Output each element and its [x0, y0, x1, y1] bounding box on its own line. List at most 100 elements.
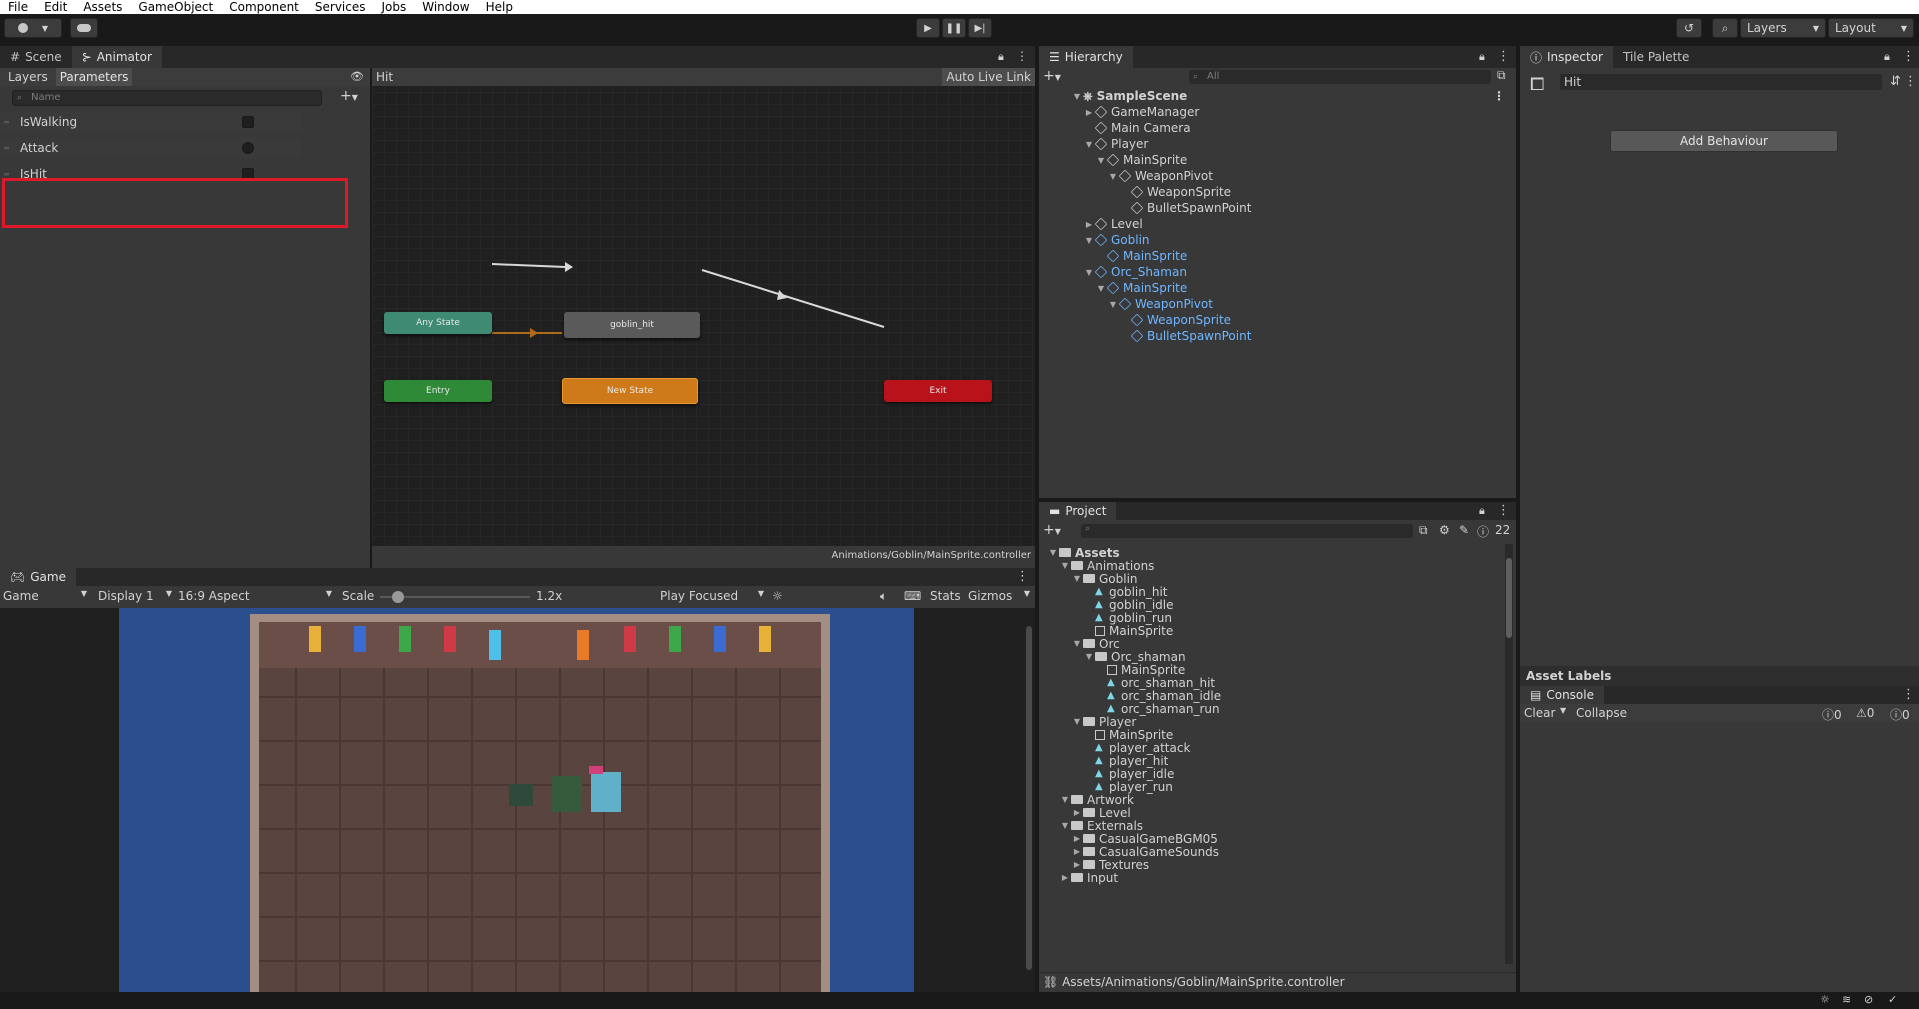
scrollbar-thumb[interactable]	[1506, 558, 1512, 638]
network-icon[interactable]: ⊘	[1864, 993, 1873, 1006]
tab-hierarchy[interactable]: ☰ Hierarchy	[1039, 46, 1133, 68]
project-item[interactable]: ▶ CasualGameSounds	[1071, 845, 1219, 859]
menu-item[interactable]: Services	[307, 0, 374, 14]
more-icon[interactable]: ⋮	[1016, 569, 1029, 584]
chevron-right-icon[interactable]: ▶	[1071, 847, 1083, 856]
warning-count-button[interactable]: ⚠0	[1856, 706, 1874, 720]
check-icon[interactable]: ✓	[1888, 993, 1897, 1006]
more-icon[interactable]: ⋮	[1904, 74, 1917, 89]
node-any-state[interactable]: Any State	[384, 312, 492, 334]
menu-item[interactable]: Window	[414, 0, 477, 14]
tab-project[interactable]: ▬ Project	[1039, 502, 1117, 520]
parameter-search-input[interactable]: ⌕ Name	[12, 90, 322, 106]
bool-checkbox[interactable]	[242, 116, 254, 128]
chevron-right-icon[interactable]: ▶	[1083, 108, 1095, 117]
clear-button[interactable]: Clear	[1524, 706, 1555, 720]
layers-dropdown[interactable]: Layers ▼	[1740, 18, 1826, 38]
project-item[interactable]: ▶ Input	[1059, 871, 1118, 885]
display-dropdown[interactable]: Display 1 ▼	[98, 589, 172, 603]
project-item[interactable]: ▼ Orc_shaman	[1083, 650, 1186, 664]
more-icon[interactable]: ⋮	[1902, 49, 1915, 64]
hierarchy-item[interactable]: ▼Orc_Shaman›	[1083, 264, 1524, 280]
project-item[interactable]: ▲ goblin_hit	[1083, 585, 1168, 599]
menu-item[interactable]: GameObject	[130, 0, 221, 14]
parameter-row[interactable]: ═ Attack	[0, 138, 302, 158]
bug-icon[interactable]: ☼	[772, 589, 783, 603]
create-asset-button[interactable]: +▼	[1043, 522, 1061, 538]
play-button[interactable]: ▶	[916, 18, 940, 38]
layout-dropdown[interactable]: Layout ▼	[1828, 18, 1914, 38]
node-exit[interactable]: Exit	[884, 380, 992, 402]
add-behaviour-button[interactable]: Add Behaviour	[1610, 130, 1838, 152]
chevron-down-icon[interactable]: ▼	[1047, 548, 1059, 557]
project-item[interactable]: MainSprite	[1095, 663, 1185, 677]
project-item[interactable]: MainSprite	[1083, 624, 1173, 638]
label-icon[interactable]: ✎	[1459, 523, 1469, 537]
chevron-right-icon[interactable]: ▶	[1059, 873, 1071, 882]
settings-icon[interactable]: ⇵	[1890, 74, 1901, 89]
hierarchy-item[interactable]: WeaponSprite	[1119, 184, 1231, 200]
project-item[interactable]: ▲ goblin_idle	[1083, 598, 1174, 612]
project-item[interactable]: ▲ orc_shaman_hit	[1095, 676, 1215, 690]
chevron-down-icon[interactable]: ▼	[1560, 706, 1566, 715]
add-parameter-button[interactable]: +▼	[340, 88, 358, 104]
chevron-right-icon[interactable]: ▶	[1071, 860, 1083, 869]
game-view[interactable]	[119, 608, 914, 992]
project-item[interactable]: ▼ Goblin	[1071, 572, 1138, 586]
tab-layers[interactable]: Layers	[0, 68, 56, 86]
scene-visibility-icon[interactable]: ⧉	[1497, 68, 1506, 83]
tab-inspector[interactable]: ⓘ Inspector	[1520, 46, 1613, 68]
menu-item[interactable]: Jobs	[374, 0, 415, 14]
project-item[interactable]: ▼ Player	[1071, 715, 1136, 729]
drag-handle-icon[interactable]: ═	[4, 118, 9, 127]
tab-scene[interactable]: # Scene	[0, 46, 72, 68]
chevron-down-icon[interactable]: ▼	[1095, 284, 1107, 293]
hierarchy-item[interactable]: ▼ MainSprite	[1095, 152, 1187, 168]
lock-icon[interactable]: 🔒︎	[1479, 50, 1485, 64]
hierarchy-item[interactable]: ▼Goblin›	[1083, 232, 1524, 248]
node-new-state[interactable]: New State	[562, 378, 698, 404]
project-scrollbar[interactable]	[1505, 544, 1513, 964]
hidden-count-badge[interactable]: 22	[1479, 523, 1510, 537]
chevron-down-icon[interactable]: ▼	[1083, 140, 1095, 149]
chevron-down-icon[interactable]: ▼	[1071, 574, 1083, 583]
lock-icon[interactable]: 🔒︎	[1479, 504, 1485, 518]
chevron-down-icon[interactable]: ▼	[1083, 236, 1095, 245]
node-entry[interactable]: Entry	[384, 380, 492, 402]
menu-item[interactable]: Assets	[75, 0, 130, 14]
project-item[interactable]: ▼ Assets	[1047, 546, 1120, 560]
trigger-radio[interactable]	[242, 142, 254, 154]
stats-button[interactable]: Stats	[930, 589, 961, 603]
speaker-icon[interactable]: 🔈︎	[880, 589, 887, 604]
search-by-type-icon[interactable]: ⧉	[1419, 523, 1428, 538]
project-item[interactable]: ▶ Textures	[1071, 858, 1149, 872]
chevron-down-icon[interactable]: ▼	[1083, 652, 1095, 661]
chevron-right-icon[interactable]: ▶	[1071, 834, 1083, 843]
name-field[interactable]: Hit	[1560, 74, 1882, 90]
tab-console[interactable]: ▤ Console	[1520, 686, 1604, 704]
more-icon[interactable]: ⋮	[1497, 503, 1510, 518]
play-focused-dropdown[interactable]: Play Focused ▼	[660, 589, 764, 603]
log-count-button[interactable]: ⓘ0	[1822, 706, 1842, 723]
pause-button[interactable]: ❚❚	[942, 18, 966, 38]
project-item[interactable]: ▼ Artwork	[1059, 793, 1134, 807]
eye-icon[interactable]: 👁︎	[350, 70, 364, 83]
chevron-down-icon[interactable]: ▼	[1059, 795, 1071, 804]
tab-game[interactable]: 🎮︎ Game	[0, 568, 76, 586]
step-button[interactable]: ▶|	[968, 18, 992, 38]
chevron-right-icon[interactable]: ▶	[1083, 220, 1095, 229]
project-item[interactable]: ▼ Animations	[1059, 559, 1155, 573]
hierarchy-item[interactable]: MainSprite	[1095, 248, 1187, 264]
project-item[interactable]: ▲ orc_shaman_run	[1095, 702, 1220, 716]
more-icon[interactable]: ⋮	[1497, 49, 1510, 64]
cloud-button[interactable]	[70, 18, 98, 38]
tab-parameters[interactable]: Parameters	[55, 68, 133, 86]
error-count-button[interactable]: ⓘ0	[1890, 706, 1910, 723]
project-item[interactable]: ▲ orc_shaman_idle	[1095, 689, 1221, 703]
lock-icon[interactable]: 🔒︎	[1884, 50, 1890, 64]
chevron-down-icon[interactable]: ▼	[1071, 639, 1083, 648]
lock-icon[interactable]: 🔒︎	[998, 50, 1004, 64]
more-icon[interactable]: ⋮	[1493, 89, 1505, 103]
add-object-button[interactable]: +▼	[1043, 68, 1061, 84]
keyboard-icon[interactable]: ⌨	[904, 589, 921, 603]
